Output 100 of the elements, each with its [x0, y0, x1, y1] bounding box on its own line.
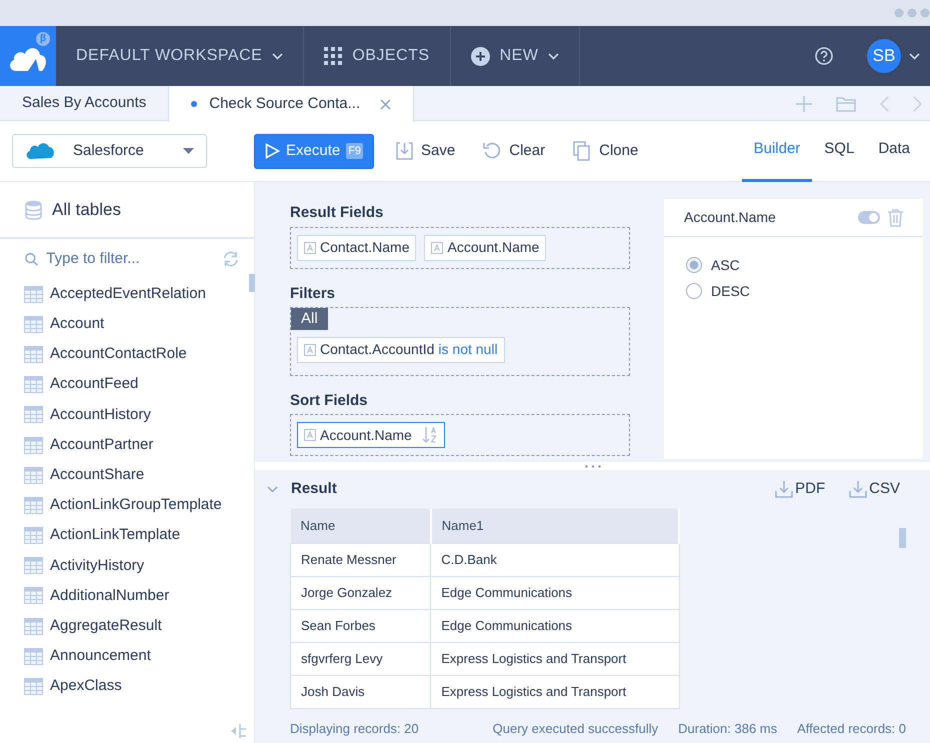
column-header[interactable]: Name	[290, 508, 431, 544]
filter-condition[interactable]: Contact.AccountId is not null	[297, 336, 505, 362]
copy-icon[interactable]	[573, 141, 592, 161]
play-icon[interactable]	[265, 143, 280, 159]
status-message: Query executed successfully	[492, 720, 658, 738]
duration-text: Duration: 386 ms	[678, 720, 778, 738]
trash-icon[interactable]	[888, 208, 903, 226]
table-icon	[24, 648, 43, 665]
table-icon	[24, 376, 43, 394]
table-item[interactable]: AccountShare	[0, 460, 254, 490]
sort-chip[interactable]: Account.Name	[297, 422, 445, 448]
clone-button[interactable]: Clone	[563, 140, 648, 162]
caret-icon[interactable]	[548, 52, 560, 60]
table-item[interactable]: AdditionalNumber	[0, 580, 254, 612]
search-icon	[25, 252, 38, 266]
table-icon	[24, 286, 43, 303]
result-fields-dropzone[interactable]: Contact.Name Account.Name	[290, 226, 630, 268]
radio-option[interactable]: DESC	[664, 278, 923, 304]
table-cell: Edge Communications	[430, 610, 679, 642]
export-button[interactable]: PDF	[775, 478, 826, 500]
table-icon	[24, 466, 43, 484]
close-icon[interactable]	[380, 98, 392, 110]
radio-button[interactable]	[686, 257, 702, 273]
user-avatar[interactable]: SB	[867, 39, 901, 73]
table-cell: Sean Forbes	[290, 610, 431, 642]
sidebar-title: All tables	[52, 198, 121, 221]
table-item[interactable]: ActivityHistory	[0, 550, 254, 581]
table-item[interactable]: AccountContactRole	[0, 339, 254, 370]
collapse-icon[interactable]	[267, 486, 278, 493]
text-type-icon	[304, 429, 316, 441]
table-cell: Jorge Gonzalez	[290, 576, 431, 610]
save-icon[interactable]	[396, 142, 414, 160]
table-item[interactable]: AccountPartner	[0, 430, 254, 460]
caret-icon[interactable]	[909, 52, 920, 60]
table-item[interactable]: Announcement	[0, 641, 254, 672]
table-icon	[24, 678, 43, 696]
salesforce-cloud-icon[interactable]	[25, 141, 55, 161]
plus-circle-icon[interactable]	[470, 46, 490, 66]
table-item[interactable]: AccountFeed	[0, 370, 254, 400]
execute-button[interactable]: Execute F9	[254, 134, 374, 168]
table-item[interactable]: ActionLinkTemplate	[0, 520, 254, 551]
splitter-handle-icon[interactable]	[584, 464, 600, 468]
table-item[interactable]: ActionLinkGroupTemplate	[0, 490, 254, 520]
group-label[interactable]: All	[291, 308, 328, 330]
export-button[interactable]: CSV	[849, 478, 900, 500]
record-count: Displaying records: 20	[290, 720, 419, 738]
window-dots-icon[interactable]	[894, 8, 930, 18]
download-icon[interactable]	[775, 480, 794, 498]
table-item[interactable]: ApexClass	[0, 671, 254, 702]
field-chip[interactable]: Contact.Name	[297, 234, 416, 260]
beta-badge: β	[36, 32, 50, 46]
section-title: Result Fields	[290, 203, 384, 223]
text-type-icon	[304, 242, 316, 254]
sort-fields-dropzone[interactable]: Account.Name	[290, 414, 630, 456]
folder-icon[interactable]	[836, 96, 856, 112]
table-cell: Josh Davis	[290, 676, 431, 708]
document-tab[interactable]: Check Source Conta...	[168, 86, 414, 122]
table-cell: Edge Communications	[430, 576, 679, 610]
scrollbar-thumb[interactable]	[249, 274, 255, 292]
radio-option[interactable]: ASC	[664, 252, 923, 278]
grid-icon[interactable]	[324, 47, 342, 65]
table-icon	[24, 587, 43, 604]
undo-icon[interactable]	[483, 142, 502, 160]
add-tab-icon[interactable]	[796, 96, 812, 112]
view-tab[interactable]: SQL	[812, 120, 866, 182]
field-chip[interactable]: Account.Name	[424, 234, 546, 260]
table-cell: C.D.Bank	[430, 544, 679, 576]
scrollbar-thumb[interactable]	[899, 528, 906, 548]
database-icon	[25, 200, 42, 220]
save-button[interactable]: Save	[386, 140, 466, 162]
table-icon	[24, 346, 43, 363]
chevron-right-icon[interactable]	[913, 96, 922, 112]
refresh-icon[interactable]	[222, 250, 240, 268]
dropdown-caret-icon[interactable]	[183, 148, 194, 154]
table-icon	[24, 527, 43, 544]
download-icon[interactable]	[849, 480, 868, 498]
help-icon[interactable]	[815, 47, 833, 65]
chevron-left-icon[interactable]	[880, 96, 889, 112]
table-cell: Express Logistics and Transport	[430, 676, 679, 708]
table-cell: Renate Messner	[290, 544, 431, 576]
sort-az-icon	[422, 426, 438, 444]
table-item[interactable]: AccountHistory	[0, 400, 254, 430]
panel-title: Account.Name	[684, 208, 776, 227]
table-item[interactable]: Account	[0, 309, 254, 340]
section-title: Filters	[290, 284, 336, 304]
table-cell: Express Logistics and Transport	[430, 642, 679, 676]
document-tab[interactable]: Sales By Accounts	[0, 86, 168, 121]
toggle-switch[interactable]	[858, 211, 880, 224]
source-select[interactable]: Salesforce	[12, 134, 207, 168]
table-item[interactable]: AggregateResult	[0, 611, 254, 642]
table-icon	[24, 406, 43, 424]
column-header[interactable]: Name1	[430, 508, 679, 544]
result-title: Result	[291, 479, 337, 499]
caret-icon[interactable]	[272, 52, 284, 60]
view-tab[interactable]: Data	[866, 120, 922, 182]
table-cell: sfgvrferg Levy	[290, 642, 431, 676]
clear-button[interactable]: Clear	[473, 140, 556, 162]
filters-dropzone[interactable]: All Contact.AccountId is not null	[290, 307, 630, 376]
collapse-tree-icon[interactable]	[230, 723, 248, 739]
radio-button[interactable]	[686, 283, 702, 299]
